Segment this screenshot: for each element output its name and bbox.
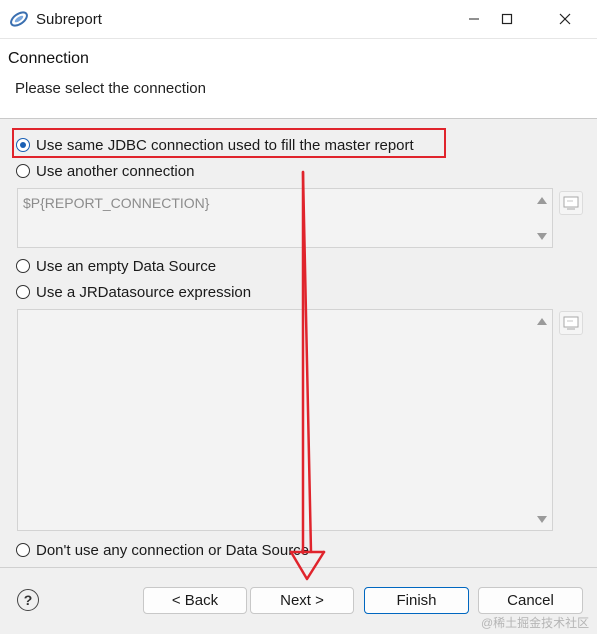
radio-unchecked-icon[interactable] <box>16 164 30 178</box>
help-icon[interactable]: ? <box>17 589 39 611</box>
watermark: @稀土掘金技术社区 <box>481 616 590 630</box>
radio-empty-data-source[interactable]: Use an empty Data Source <box>16 256 216 276</box>
expression-editor-button[interactable] <box>559 311 583 335</box>
connection-expression-value: $P{REPORT_CONNECTION} <box>23 195 210 211</box>
radio-label: Use same JDBC connection used to fill th… <box>36 136 414 154</box>
datasource-expression-field[interactable] <box>17 309 553 531</box>
maximize-button[interactable] <box>484 0 530 38</box>
expression-editor-icon <box>563 196 579 210</box>
scroll-down-arrow-icon[interactable] <box>535 230 549 242</box>
scroll-up-arrow-icon[interactable] <box>535 194 549 206</box>
radio-unchecked-icon[interactable] <box>16 285 30 299</box>
finish-button[interactable]: Finish <box>364 587 469 614</box>
radio-checked-icon[interactable] <box>16 138 30 152</box>
app-logo-icon <box>9 9 29 29</box>
radio-label: Use another connection <box>36 162 195 180</box>
radio-jrdatasource-expression[interactable]: Use a JRDatasource expression <box>16 282 251 302</box>
radio-label: Use an empty Data Source <box>36 257 217 275</box>
radio-another-connection[interactable]: Use another connection <box>16 161 194 181</box>
radio-label: Don't use any connection or Data Source <box>36 541 310 559</box>
scroll-down-arrow-icon[interactable] <box>535 513 549 525</box>
footer-separator <box>0 567 597 568</box>
back-button[interactable]: < Back <box>143 587 247 614</box>
page-subtitle: Please select the connection <box>15 80 206 97</box>
radio-unchecked-icon[interactable] <box>16 259 30 273</box>
scroll-up-arrow-icon[interactable] <box>535 315 549 327</box>
expression-editor-icon <box>563 316 579 330</box>
page-title: Connection <box>8 50 89 67</box>
close-button[interactable] <box>542 0 588 38</box>
window-title: Subreport <box>36 11 102 28</box>
title-bar: Subreport <box>0 0 597 39</box>
next-button[interactable]: Next > <box>250 587 354 614</box>
wizard-header: Connection Please select the connection <box>0 39 597 119</box>
minimize-icon <box>469 18 479 20</box>
radio-same-jdbc-connection[interactable]: Use same JDBC connection used to fill th… <box>16 135 414 155</box>
maximize-icon <box>501 13 513 25</box>
cancel-button[interactable]: Cancel <box>478 587 583 614</box>
radio-no-connection[interactable]: Don't use any connection or Data Source <box>16 540 309 560</box>
close-icon <box>559 13 571 25</box>
connection-expression-field[interactable]: $P{REPORT_CONNECTION} <box>17 188 553 248</box>
expression-editor-button[interactable] <box>559 191 583 215</box>
radio-unchecked-icon[interactable] <box>16 543 30 557</box>
radio-label: Use a JRDatasource expression <box>36 283 252 301</box>
